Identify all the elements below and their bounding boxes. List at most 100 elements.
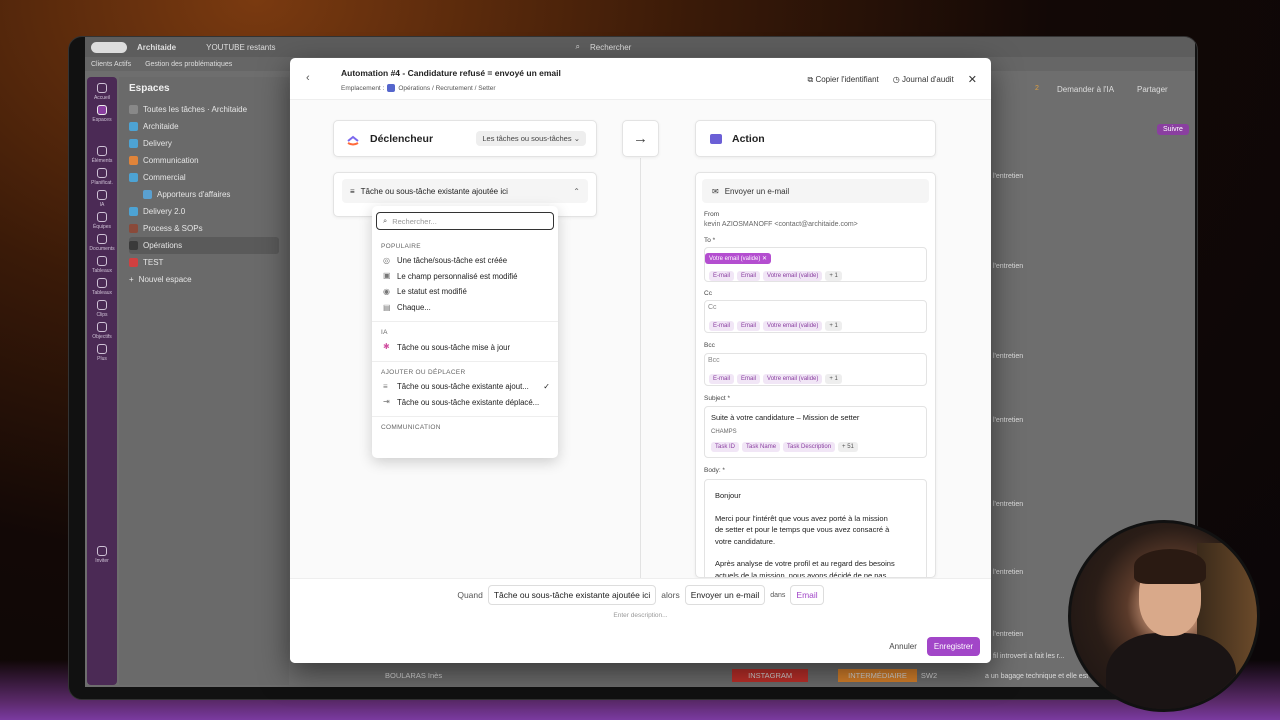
bcc-label: Bcc <box>704 342 715 349</box>
rail-item-home[interactable]: Accueil <box>94 83 110 101</box>
field-chip[interactable]: Votre email (valide) <box>763 271 823 281</box>
cc-field[interactable]: Cc E-mail Email Votre email (valide) + 1 <box>704 300 927 333</box>
body-editor[interactable]: Bonjour Merci pour l'intérêt que vous av… <box>704 479 927 578</box>
field-chip[interactable]: Task Description <box>783 442 836 452</box>
bcc-field[interactable]: Bcc E-mail Email Votre email (valide) + 1 <box>704 353 927 386</box>
option-task-moved-here[interactable]: ⇥ Tâche ou sous-tâche existante déplacé..… <box>372 395 558 411</box>
rail-item-elements[interactable]: Éléments <box>92 146 112 164</box>
space-item[interactable]: Communication <box>129 152 279 169</box>
rail-item-more[interactable]: Plus <box>97 344 107 362</box>
summary-trigger[interactable]: Tâche ou sous-tâche existante ajoutée ic… <box>487 585 657 605</box>
more-chip[interactable]: + 1 <box>825 271 842 281</box>
action-type-select[interactable]: ✉ Envoyer un e-mail <box>702 179 929 203</box>
field-chip[interactable]: Task Name <box>742 442 781 452</box>
body-line: actuels de la mission, nous avons décidé… <box>715 570 887 578</box>
field-chip[interactable]: E-mail <box>709 374 735 384</box>
space-item[interactable]: Commercial <box>129 169 279 186</box>
field-chip[interactable]: Email <box>737 321 761 331</box>
trigger-select-field[interactable]: ≡ Tâche ou sous-tâche existante ajoutée … <box>342 179 588 203</box>
trigger-dropdown: ⌕ Rechercher... POPULAIRE ◎ Une tâche/sou… <box>372 206 558 458</box>
summary-action[interactable]: Envoyer un e-mail <box>684 585 766 605</box>
ask-ai-button[interactable]: Demander à l'IA <box>1057 85 1114 94</box>
option-task-updated[interactable]: ✱ Tâche ou sous-tâche mise à jour <box>372 339 558 355</box>
subject-field[interactable]: Suite à votre candidature – Mission de s… <box>704 406 927 458</box>
from-value[interactable]: kevin AZIOSMANOFF <contact@architaide.co… <box>704 221 858 228</box>
rail-item-dashboards[interactable]: Tableaux <box>92 256 112 274</box>
body-line: Après analyse de votre profil et au rega… <box>715 559 895 569</box>
rail-item-invite[interactable]: Inviter <box>95 546 109 564</box>
rail-item-whiteboards[interactable]: Tableaux <box>92 278 112 296</box>
trigger-scope-select[interactable]: Les tâches ou sous-tâches ⌄ <box>476 131 586 146</box>
more-icon <box>97 344 107 354</box>
back-icon[interactable]: ‹ <box>306 72 310 84</box>
location-path[interactable]: Opérations / Recrutement / Setter <box>398 85 495 92</box>
space-item[interactable]: Delivery 2.0 <box>129 203 279 220</box>
space-item[interactable]: Process & SOPs <box>129 220 279 237</box>
home-icon <box>97 83 107 93</box>
save-button[interactable]: Enregistrer <box>926 637 980 656</box>
description-input[interactable]: Enter description... <box>290 612 991 619</box>
field-chip[interactable]: E-mail <box>709 271 735 281</box>
left-rail: Accueil Espaces Éléments Planificat. IA … <box>87 77 117 685</box>
clock-icon: ◷ <box>892 75 902 84</box>
favorite-item[interactable]: Clients Actifs <box>91 61 131 68</box>
window-controls[interactable] <box>91 41 127 53</box>
action-card[interactable]: Action <box>695 120 936 157</box>
field-chip[interactable]: Email <box>737 374 761 384</box>
automation-modal: ‹ Automation #4 - Candidature refusé = e… <box>290 58 991 663</box>
space-item[interactable]: Opérations <box>129 237 279 254</box>
rail-item-teams[interactable]: Équipes <box>93 212 111 230</box>
option-task-created[interactable]: ◎ Une tâche/sous-tâche est créée <box>372 253 558 269</box>
follow-button[interactable]: Suivre <box>1157 124 1189 135</box>
builder-canvas: Déclencheur Les tâches ou sous-tâches ⌄ … <box>290 100 991 578</box>
copy-id-button[interactable]: ⧉ Copier l'identifiant <box>808 75 879 85</box>
bcc-input[interactable]: Bcc <box>708 357 926 364</box>
share-button[interactable]: Partager <box>1137 85 1168 94</box>
bottom-row: BOULARAS Inès INSTAGRAM INTERMÉDIAIRE SW… <box>385 669 937 682</box>
trigger-card[interactable]: Déclencheur Les tâches ou sous-tâches ⌄ <box>333 120 597 157</box>
field-chip[interactable]: Email <box>737 271 761 281</box>
rail-item-ai[interactable]: IA <box>97 190 107 208</box>
field-chip[interactable]: Votre email (valide) <box>763 374 823 384</box>
rail-item-goals[interactable]: Objectifs <box>92 322 112 340</box>
global-search[interactable]: Rechercher <box>590 43 631 52</box>
space-item[interactable]: Delivery <box>129 135 279 152</box>
workspace-name[interactable]: Architaide <box>137 43 176 52</box>
option-every[interactable]: ▤ Chaque... <box>372 300 558 316</box>
dropdown-search-input[interactable]: ⌕ Rechercher... <box>376 212 554 230</box>
field-chip[interactable]: Task ID <box>711 442 740 452</box>
list-row: l'entretien <box>993 569 1024 576</box>
rail-item-docs[interactable]: Documents <box>89 234 115 252</box>
rail-item-clips[interactable]: Clips <box>96 300 108 318</box>
space-item[interactable]: + Nouvel espace <box>129 271 279 288</box>
space-icon <box>129 258 138 267</box>
presenter-body <box>1106 633 1236 709</box>
audit-log-button[interactable]: ◷ Journal d'audit <box>893 75 954 84</box>
more-chip[interactable]: + 1 <box>825 374 842 384</box>
space-item[interactable]: Toutes les tâches · Architaide <box>129 101 279 118</box>
field-chip[interactable]: E-mail <box>709 321 735 331</box>
space-item[interactable]: TEST <box>129 254 279 271</box>
option-status-changed[interactable]: ◉ Le statut est modifié <box>372 284 558 300</box>
space-item[interactable]: Apporteurs d'affaires <box>129 186 279 203</box>
rail-item-planner[interactable]: Planificat. <box>91 168 113 186</box>
to-field[interactable]: Votre email (valide) ✕ E-mail Email Votre … <box>704 247 927 282</box>
subject-value[interactable]: Suite à votre candidature – Mission de s… <box>711 413 920 422</box>
body-label: Body: * <box>704 467 725 474</box>
list-row: l'entretien <box>993 263 1024 270</box>
option-task-added-here[interactable]: ≡ Tâche ou sous-tâche existante ajout... ✓ <box>372 379 558 395</box>
option-custom-field-changed[interactable]: ▣ Le champ personnalisé est modifié <box>372 269 558 285</box>
more-chip[interactable]: + 51 <box>838 442 858 452</box>
tab-youtube[interactable]: YOUTUBE restants <box>206 43 275 52</box>
cc-input[interactable]: Cc <box>708 304 926 311</box>
checkmark-icon: ✓ <box>543 382 550 392</box>
cancel-button[interactable]: Annuler <box>889 642 917 651</box>
summary-target[interactable]: Email <box>790 585 824 605</box>
close-icon[interactable]: ✕ <box>968 73 977 86</box>
space-item[interactable]: Architaide <box>129 118 279 135</box>
favorite-item[interactable]: Gestion des problématiques <box>145 61 232 68</box>
more-chip[interactable]: + 1 <box>825 321 842 331</box>
to-selected-chip[interactable]: Votre email (valide) ✕ <box>705 253 772 264</box>
field-chip[interactable]: Votre email (valide) <box>763 321 823 331</box>
list-row: l'entretien <box>993 353 1024 360</box>
